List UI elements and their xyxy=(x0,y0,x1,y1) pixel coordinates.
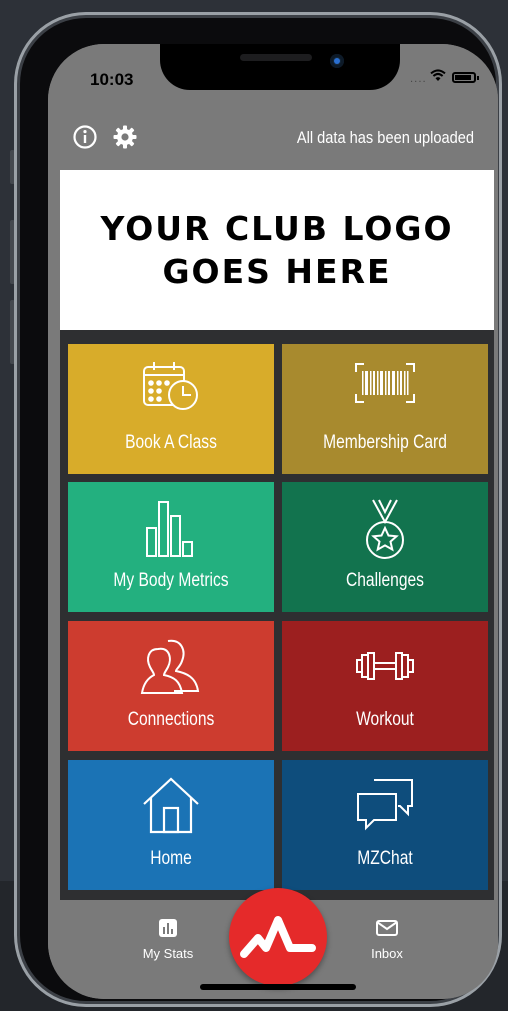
mail-icon xyxy=(376,920,398,936)
home-indicator xyxy=(200,984,356,990)
status-time: 10:03 xyxy=(90,70,134,89)
gear-icon[interactable] xyxy=(112,124,138,150)
top-bar: All data has been uploaded xyxy=(48,116,498,166)
chat-bubbles-icon xyxy=(357,779,413,831)
tab-inbox[interactable]: Inbox xyxy=(337,916,437,961)
tile-workout[interactable]: Workout xyxy=(282,621,488,751)
tile-label: My Body Metrics xyxy=(113,570,229,591)
users-icon xyxy=(140,639,200,694)
tile-label: Membership Card xyxy=(323,432,447,453)
tab-label: My Stats xyxy=(142,946,194,961)
phone-frame: 10:03 .... All data has been uploaded YO… xyxy=(14,12,502,1007)
battery-icon xyxy=(452,72,479,83)
status-bar: 10:03 .... xyxy=(48,44,498,116)
heartbeat-logo-icon xyxy=(240,916,316,958)
logo-line-1: YOUR CLUB LOGO xyxy=(100,209,454,248)
tile-label: Connections xyxy=(127,709,215,730)
signal-icon: .... xyxy=(410,74,427,85)
tab-my-stats[interactable]: My Stats xyxy=(118,916,218,961)
club-logo-banner: YOUR CLUB LOGO GOES HERE xyxy=(60,170,494,330)
speaker xyxy=(240,54,312,61)
tile-label: Challenges xyxy=(346,570,424,591)
front-camera xyxy=(330,54,344,68)
medal-icon xyxy=(366,499,404,559)
home-icon xyxy=(143,777,199,834)
tile-mzchat[interactable]: MZChat xyxy=(282,760,488,890)
tile-label: MZChat xyxy=(357,848,413,869)
tile-book-a-class[interactable]: Book A Class xyxy=(68,344,274,474)
tab-label: Inbox xyxy=(371,946,403,961)
stats-icon xyxy=(159,919,177,937)
tile-my-body-metrics[interactable]: My Body Metrics xyxy=(68,482,274,612)
dumbbell-icon xyxy=(356,652,414,680)
barcode-icon xyxy=(355,363,415,403)
tile-label: Workout xyxy=(356,709,414,730)
screen: 10:03 .... All data has been uploaded YO… xyxy=(48,44,498,999)
calendar-clock-icon xyxy=(143,362,198,410)
logo-line-2: GOES HERE xyxy=(162,252,392,291)
notch xyxy=(160,44,400,90)
wifi-icon xyxy=(430,69,446,81)
tile-membership-card[interactable]: Membership Card xyxy=(282,344,488,474)
upload-status: All data has been uploaded xyxy=(296,128,474,147)
tile-label: Book A Class xyxy=(125,432,217,453)
center-logo-button[interactable] xyxy=(229,888,327,986)
info-icon[interactable] xyxy=(72,124,98,150)
bar-chart-icon xyxy=(146,501,193,557)
tile-label: Home xyxy=(150,848,192,869)
tile-challenges[interactable]: Challenges xyxy=(282,482,488,612)
tile-home[interactable]: Home xyxy=(68,760,274,890)
tile-connections[interactable]: Connections xyxy=(68,621,274,751)
